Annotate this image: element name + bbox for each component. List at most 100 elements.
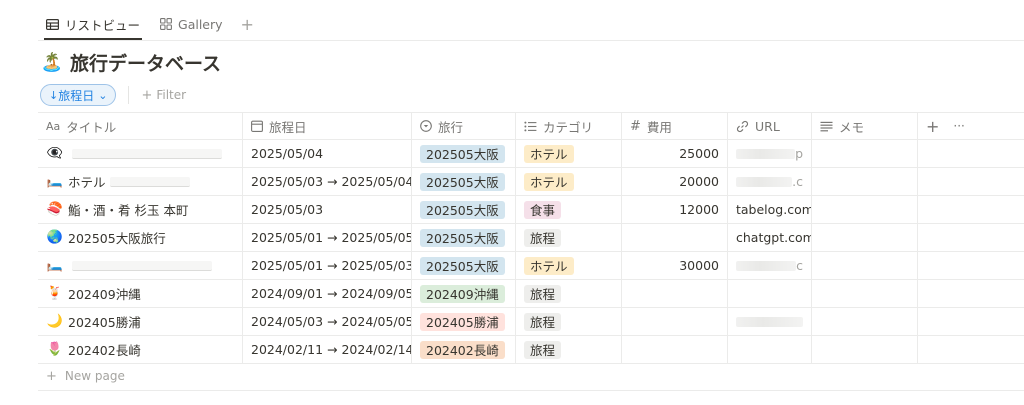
cell-date[interactable]: 2025/05/03 → 2025/05/04 (243, 168, 412, 195)
table-row[interactable]: 👁️‍🗨️ 2025/05/04 202505大阪 ホテル 25000 p (38, 140, 1024, 168)
cell-url[interactable] (728, 308, 812, 335)
text-type-icon: Aa (46, 119, 61, 133)
cell-memo[interactable] (812, 308, 918, 335)
add-filter-button[interactable]: + Filter (141, 88, 186, 103)
table-row[interactable]: 🌏 202505大阪旅行 2025/05/01 → 2025/05/05 202… (38, 224, 1024, 252)
table-row[interactable]: 🍣 鮨・酒・肴 杉玉 本町 2025/05/03 202505大阪 食事 120… (38, 196, 1024, 224)
cell-category[interactable]: ホテル (516, 140, 622, 167)
cell-memo[interactable] (812, 140, 918, 167)
cell-url[interactable]: p (728, 140, 812, 167)
cell-date[interactable]: 2025/05/01 → 2025/05/05 (243, 224, 412, 251)
cell-category[interactable]: 旅程 (516, 308, 622, 335)
cell-cost[interactable] (622, 336, 728, 363)
table-row[interactable]: 🛏️ ホテル 2025/05/03 → 2025/05/04 202505大阪 … (38, 168, 1024, 196)
cell-title[interactable]: 🛏️ (38, 252, 243, 279)
plus-icon: + (141, 87, 153, 103)
cell-date[interactable]: 2025/05/03 (243, 196, 412, 223)
column-header-cost[interactable]: # 費用 (622, 113, 728, 139)
tab-list-view[interactable]: リストビュー (38, 10, 148, 40)
cell-trip[interactable]: 202505大阪 (412, 196, 516, 223)
cell-category[interactable]: ホテル (516, 168, 622, 195)
cell-title[interactable]: 🌙 202405勝浦 (38, 308, 243, 335)
column-header-title[interactable]: Aa タイトル (38, 113, 243, 139)
multi-select-icon (524, 121, 537, 131)
gallery-icon (160, 18, 172, 30)
page-title: 202505大阪旅行 (68, 231, 166, 246)
page-title[interactable]: 🏝️ 旅行データベース (41, 50, 221, 75)
page-emoji-icon: 🌷 (46, 342, 64, 357)
cell-trip[interactable]: 202402長崎 (412, 336, 516, 363)
cell-date[interactable]: 2025/05/04 (243, 140, 412, 167)
cost-value: 20000 (679, 174, 719, 189)
cell-memo[interactable] (812, 252, 918, 279)
divider (38, 390, 1024, 391)
cell-memo[interactable] (812, 280, 918, 307)
cell-url[interactable]: tabelog.com/o (728, 196, 812, 223)
cell-title[interactable]: 🍹 202409沖縄 (38, 280, 243, 307)
cell-trip[interactable]: 202505大阪 (412, 252, 516, 279)
cell-url[interactable] (728, 336, 812, 363)
cell-date[interactable]: 2025/05/01 → 2025/05/03 (243, 252, 412, 279)
cell-title[interactable]: 🍣 鮨・酒・肴 杉玉 本町 (38, 196, 243, 223)
sort-button[interactable]: ↓ 旅程日 ⌄ (40, 84, 117, 106)
cell-title[interactable]: 🌷 202402長崎 (38, 336, 243, 363)
number-type-icon: # (630, 118, 641, 134)
column-header-category[interactable]: カテゴリ (516, 113, 622, 139)
cell-category[interactable]: 旅程 (516, 280, 622, 307)
column-header-date[interactable]: 旅程日 (243, 113, 412, 139)
cell-memo[interactable] (812, 196, 918, 223)
add-property-button[interactable]: + (926, 117, 939, 136)
table-row[interactable]: 🌷 202402長崎 2024/02/11 → 2024/02/14 20240… (38, 336, 1024, 364)
cell-date[interactable]: 2024/05/03 → 2024/05/05 (243, 308, 412, 335)
cell-category[interactable]: 食事 (516, 196, 622, 223)
cell-memo[interactable] (812, 168, 918, 195)
cell-memo[interactable] (812, 336, 918, 363)
text-lines-icon (820, 121, 833, 131)
cell-cost[interactable] (622, 308, 728, 335)
table-row[interactable]: 🌙 202405勝浦 2024/05/03 → 2024/05/05 20240… (38, 308, 1024, 336)
island-icon[interactable]: 🏝️ (41, 52, 63, 73)
cell-trip[interactable]: 202505大阪 (412, 168, 516, 195)
cell-category[interactable]: 旅程 (516, 336, 622, 363)
cell-cost[interactable]: 25000 (622, 140, 728, 167)
cell-title[interactable]: 👁️‍🗨️ (38, 140, 243, 167)
cell-title[interactable]: 🌏 202505大阪旅行 (38, 224, 243, 251)
table-row[interactable]: 🍹 202409沖縄 2024/09/01 → 2024/09/05 20240… (38, 280, 1024, 308)
cell-trip[interactable]: 202505大阪 (412, 140, 516, 167)
cell-cost[interactable]: 12000 (622, 196, 728, 223)
cell-category[interactable]: 旅程 (516, 224, 622, 251)
column-header-url[interactable]: URL (728, 113, 812, 139)
divider (38, 40, 1024, 41)
plus-icon: + (46, 368, 57, 384)
date-value: 2024/05/03 → 2024/05/05 (251, 314, 412, 329)
cell-trip[interactable]: 202405勝浦 (412, 308, 516, 335)
cell-empty (918, 280, 1024, 307)
tab-gallery[interactable]: Gallery (152, 10, 231, 38)
cell-trip[interactable]: 202409沖縄 (412, 280, 516, 307)
page-title: 鮨・酒・肴 杉玉 本町 (68, 203, 189, 218)
table-row[interactable]: 🛏️ 2025/05/01 → 2025/05/03 202505大阪 ホテル … (38, 252, 1024, 280)
cell-url[interactable]: .c (728, 168, 812, 195)
column-header-memo[interactable]: メモ (812, 113, 918, 139)
cell-cost[interactable] (622, 224, 728, 251)
column-header-trip[interactable]: 旅行 (412, 113, 516, 139)
new-page-button[interactable]: + New page (46, 366, 125, 386)
cell-url[interactable] (728, 280, 812, 307)
more-options-icon[interactable]: ··· (953, 119, 964, 133)
cell-url[interactable]: c (728, 252, 812, 279)
url-overflow: c (796, 258, 803, 273)
cell-memo[interactable] (812, 224, 918, 251)
cell-date[interactable]: 2024/02/11 → 2024/02/14 (243, 336, 412, 363)
add-view-button[interactable]: + (235, 15, 260, 34)
trip-tag: 202505大阪 (420, 144, 505, 163)
sort-label: 旅程日 (58, 88, 95, 103)
cell-cost[interactable]: 20000 (622, 168, 728, 195)
cell-url[interactable]: chatgpt.com/s (728, 224, 812, 251)
cell-cost[interactable] (622, 280, 728, 307)
cell-date[interactable]: 2024/09/01 → 2024/09/05 (243, 280, 412, 307)
cell-trip[interactable]: 202505大阪 (412, 224, 516, 251)
cell-cost[interactable]: 30000 (622, 252, 728, 279)
redacted-text (72, 260, 212, 271)
cell-title[interactable]: 🛏️ ホテル (38, 168, 243, 195)
cell-category[interactable]: ホテル (516, 252, 622, 279)
